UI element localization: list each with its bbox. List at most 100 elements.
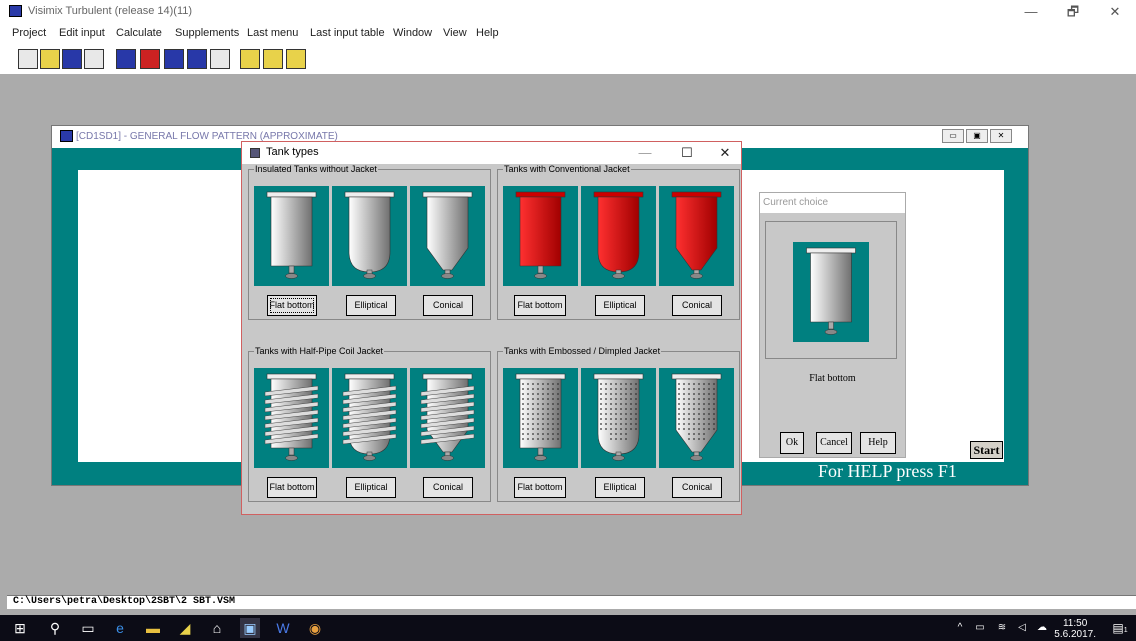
visimix-app-icon[interactable]: ▣ bbox=[240, 618, 260, 638]
tank-dimpled-elliptical[interactable] bbox=[581, 368, 656, 468]
tank-insulated-elliptical[interactable] bbox=[332, 186, 407, 286]
group-insulated: Insulated Tanks without Jacket Flat bott… bbox=[248, 164, 491, 320]
tank-drawing bbox=[342, 373, 397, 461]
tank-dimpled-conical[interactable] bbox=[659, 368, 734, 468]
tank-insulated-flat[interactable] bbox=[254, 186, 329, 286]
dialog-minimize-button[interactable]: — bbox=[630, 144, 660, 162]
print-icon[interactable] bbox=[84, 49, 104, 69]
maximize-button[interactable]: 🗗 bbox=[1058, 2, 1088, 22]
menu-help[interactable]: Help bbox=[476, 27, 499, 39]
toolbar bbox=[0, 44, 1136, 74]
tank-conventional-flat[interactable] bbox=[503, 186, 578, 286]
tank-dimpled-flat[interactable] bbox=[503, 368, 578, 468]
menu-project[interactable]: Project bbox=[12, 27, 46, 39]
close-button[interactable]: ✕ bbox=[1100, 2, 1130, 22]
dialog-titlebar: Tank types — ☐ ✕ bbox=[242, 142, 741, 164]
tray-expand-icon[interactable]: ^ bbox=[950, 618, 970, 638]
coil-conical-button[interactable]: Conical bbox=[423, 477, 473, 498]
dialog-icon bbox=[250, 148, 260, 158]
app-titlebar: Visimix Turbulent (release 14)(11) — 🗗 ✕ bbox=[0, 0, 1136, 24]
tank-coil-conical[interactable] bbox=[410, 368, 485, 468]
sticky-notes-icon[interactable]: ◢ bbox=[175, 618, 195, 638]
menu-view[interactable]: View bbox=[443, 27, 467, 39]
group-dimpled: Tanks with Embossed / Dimpled Jacket Fla… bbox=[497, 346, 740, 502]
clock-time: 11:50 bbox=[1062, 618, 1088, 629]
dimpled-flat-bottom-button[interactable]: Flat bottom bbox=[514, 477, 566, 498]
tank-icon[interactable] bbox=[116, 49, 136, 69]
clock-date: 5.6.2017. bbox=[1054, 629, 1096, 640]
insulated-elliptical-button[interactable]: Elliptical bbox=[346, 295, 396, 316]
current-choice-panel: Current choice Flat bottom Ok Cancel Hel… bbox=[759, 192, 906, 458]
menu-bar: Project Edit input Calculate Supplements… bbox=[0, 24, 1136, 44]
file-explorer-icon[interactable]: ▬ bbox=[143, 618, 163, 638]
menu-last-input-table[interactable]: Last input table bbox=[310, 27, 385, 39]
pipe-icon[interactable] bbox=[164, 49, 184, 69]
probe-icon[interactable] bbox=[187, 49, 207, 69]
dialog-title: Tank types bbox=[266, 146, 319, 158]
child-close-button[interactable]: ✕ bbox=[990, 129, 1012, 143]
conventional-elliptical-button[interactable]: Elliptical bbox=[595, 295, 645, 316]
forward-icon[interactable] bbox=[263, 49, 283, 69]
tank-drawing bbox=[420, 373, 475, 461]
ok-button[interactable]: Ok bbox=[780, 432, 804, 454]
help-button[interactable]: Help bbox=[860, 432, 896, 454]
split-view-icon[interactable] bbox=[240, 49, 260, 69]
new-file-icon[interactable] bbox=[18, 49, 38, 69]
edge-browser-icon[interactable]: e bbox=[110, 618, 130, 638]
cancel-button[interactable]: Cancel bbox=[816, 432, 852, 454]
dimpled-conical-button[interactable]: Conical bbox=[672, 477, 722, 498]
tank-drawing bbox=[266, 191, 317, 279]
menu-supplements[interactable]: Supplements bbox=[175, 27, 239, 39]
tank-conventional-elliptical[interactable] bbox=[581, 186, 656, 286]
task-view-icon[interactable]: ▭ bbox=[78, 618, 98, 638]
wifi-icon[interactable]: ≋ bbox=[992, 618, 1012, 638]
tank-coil-flat[interactable] bbox=[254, 368, 329, 468]
cloud-icon[interactable]: ☁ bbox=[1032, 618, 1052, 638]
menu-calculate[interactable]: Calculate bbox=[116, 27, 162, 39]
dialog-maximize-button[interactable]: ☐ bbox=[672, 144, 702, 162]
tank-insulated-conical[interactable] bbox=[410, 186, 485, 286]
open-folder-icon[interactable] bbox=[40, 49, 60, 69]
group-conventional: Tanks with Conventional Jacket Flat bott… bbox=[497, 164, 740, 320]
notifications-icon[interactable]: ▤1 bbox=[1110, 618, 1130, 638]
app-title: Visimix Turbulent (release 14)(11) bbox=[28, 5, 193, 17]
menu-window[interactable]: Window bbox=[393, 27, 432, 39]
current-choice-label: Flat bottom bbox=[809, 373, 856, 384]
tank-drawing bbox=[806, 247, 856, 335]
insulated-conical-button[interactable]: Conical bbox=[423, 295, 473, 316]
group-conventional-label: Tanks with Conventional Jacket bbox=[504, 164, 630, 174]
network-icon[interactable]: ▭ bbox=[970, 618, 990, 638]
coil-flat-bottom-button[interactable]: Flat bottom bbox=[267, 477, 317, 498]
save-icon[interactable] bbox=[62, 49, 82, 69]
group-dimpled-label: Tanks with Embossed / Dimpled Jacket bbox=[504, 346, 661, 356]
minimize-button[interactable]: — bbox=[1016, 2, 1046, 22]
child-restore-button[interactable]: ▣ bbox=[966, 129, 988, 143]
shield-icon[interactable] bbox=[140, 49, 160, 69]
start-menu-icon[interactable]: ⊞ bbox=[10, 618, 30, 638]
store-icon[interactable]: ⌂ bbox=[207, 618, 227, 638]
taskbar: ⊞ ⚲ ▭ e ▬ ◢ ⌂ ▣ W ◉ ^ ▭ ≋ ◁ ☁ 11:50 5.6.… bbox=[0, 615, 1136, 641]
word-icon[interactable]: W bbox=[273, 618, 293, 638]
tank-drawing bbox=[515, 191, 566, 279]
dimpled-elliptical-button[interactable]: Elliptical bbox=[595, 477, 645, 498]
insulated-flat-bottom-button[interactable]: Flat bottom bbox=[267, 295, 317, 316]
tank-conventional-conical[interactable] bbox=[659, 186, 734, 286]
tank-coil-elliptical[interactable] bbox=[332, 368, 407, 468]
chrome-icon[interactable]: ◉ bbox=[305, 618, 325, 638]
group-insulated-label: Insulated Tanks without Jacket bbox=[255, 164, 377, 174]
table-icon[interactable] bbox=[210, 49, 230, 69]
volume-icon[interactable]: ◁ bbox=[1012, 618, 1032, 638]
export-icon[interactable] bbox=[286, 49, 306, 69]
search-icon[interactable]: ⚲ bbox=[45, 618, 65, 638]
help-hint: For HELP press F1 bbox=[818, 461, 957, 481]
start-button[interactable]: Start bbox=[970, 441, 1003, 459]
menu-edit-input[interactable]: Edit input bbox=[59, 27, 105, 39]
tank-drawing bbox=[515, 373, 566, 461]
coil-elliptical-button[interactable]: Elliptical bbox=[346, 477, 396, 498]
dialog-close-button[interactable]: ✕ bbox=[710, 144, 740, 162]
menu-last-menu[interactable]: Last menu bbox=[247, 27, 298, 39]
conventional-conical-button[interactable]: Conical bbox=[672, 295, 722, 316]
conventional-flat-bottom-button[interactable]: Flat bottom bbox=[514, 295, 566, 316]
child-minimize-button[interactable]: ▭ bbox=[942, 129, 964, 143]
clock[interactable]: 11:50 5.6.2017. bbox=[1054, 618, 1096, 640]
